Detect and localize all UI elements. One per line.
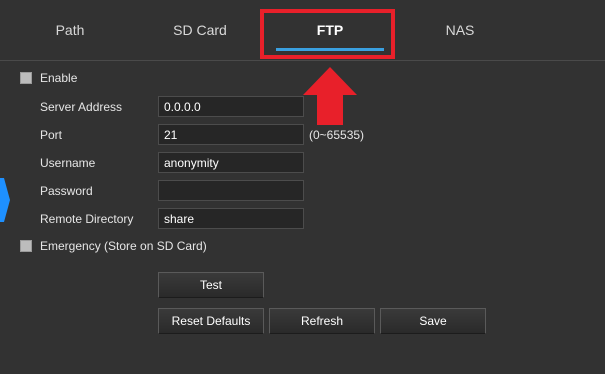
- tab-path[interactable]: Path: [20, 0, 120, 60]
- annotation-up-arrow-icon: [303, 67, 357, 125]
- enable-checkbox[interactable]: [20, 72, 32, 84]
- emergency-checkbox-row[interactable]: Emergency (Store on SD Card): [20, 239, 207, 253]
- save-button[interactable]: Save: [380, 308, 486, 334]
- port-label: Port: [40, 128, 63, 142]
- password-input[interactable]: [158, 180, 304, 201]
- tab-nas[interactable]: NAS: [410, 0, 510, 60]
- test-button[interactable]: Test: [158, 272, 264, 298]
- password-label: Password: [40, 184, 93, 198]
- reset-defaults-button[interactable]: Reset Defaults: [158, 308, 264, 334]
- emergency-checkbox[interactable]: [20, 240, 32, 252]
- emergency-label: Emergency (Store on SD Card): [40, 239, 207, 253]
- tab-sd-card[interactable]: SD Card: [150, 0, 250, 60]
- refresh-button[interactable]: Refresh: [269, 308, 375, 334]
- server-address-label: Server Address: [40, 100, 123, 114]
- remote-directory-label: Remote Directory: [40, 212, 134, 226]
- enable-checkbox-row[interactable]: Enable: [20, 71, 77, 85]
- username-input[interactable]: anonymity: [158, 152, 304, 173]
- server-address-input[interactable]: 0.0.0.0: [158, 96, 304, 117]
- remote-directory-input[interactable]: share: [158, 208, 304, 229]
- port-input[interactable]: 21: [158, 124, 304, 145]
- username-label: Username: [40, 156, 96, 170]
- annotation-highlight-box: [260, 9, 395, 59]
- enable-label: Enable: [40, 71, 78, 85]
- side-expand-chevron-icon[interactable]: [0, 178, 10, 222]
- port-range-hint: (0~65535): [309, 128, 365, 142]
